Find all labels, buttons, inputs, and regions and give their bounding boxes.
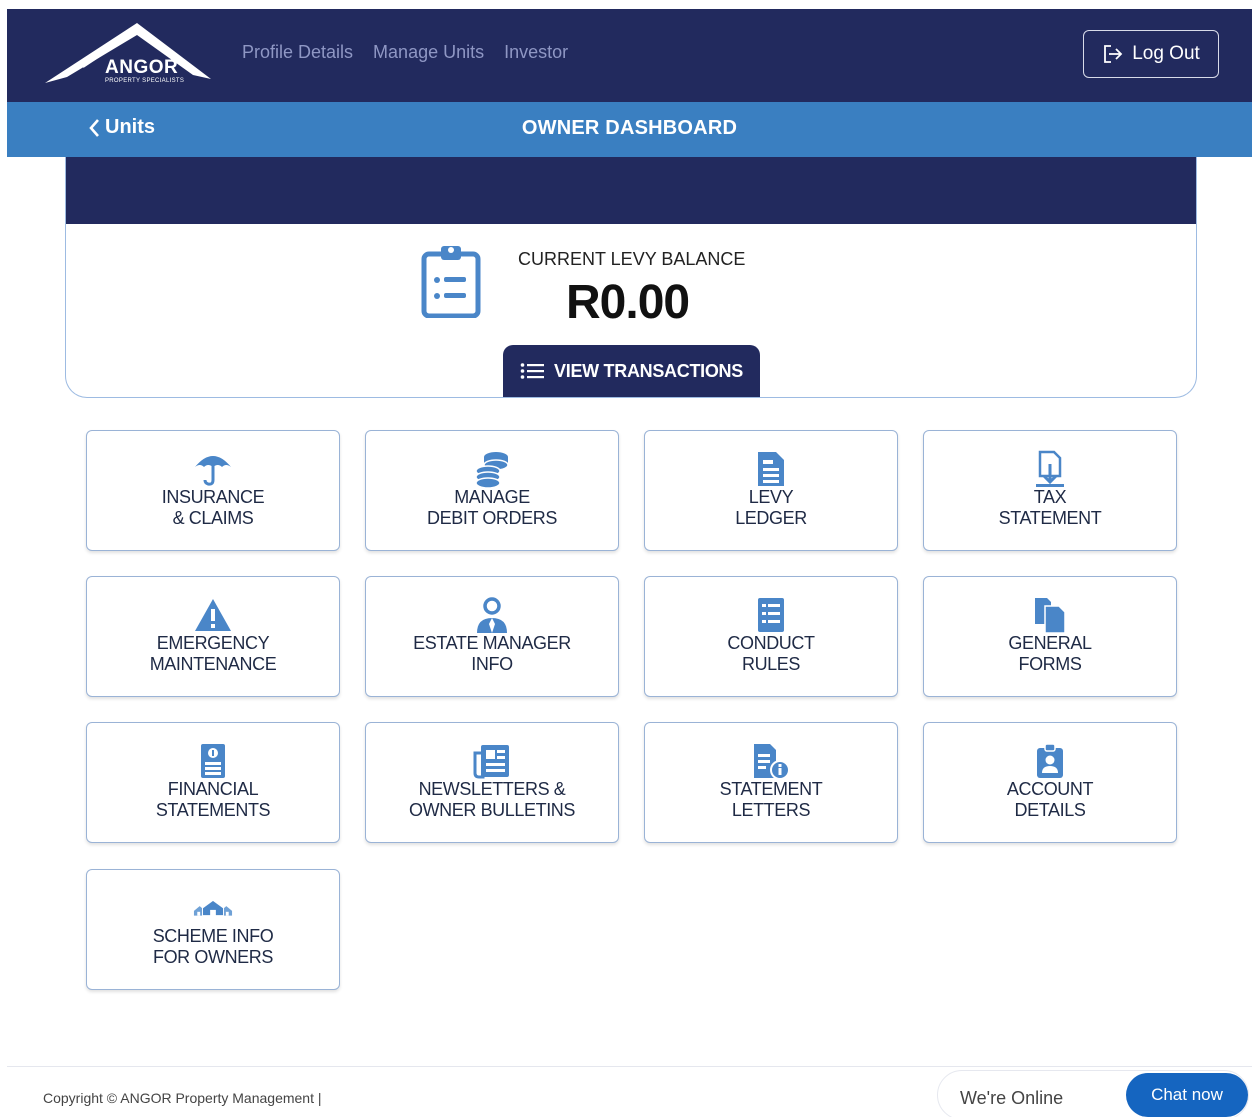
tile-label: EMERGENCY MAINTENANCE (149, 633, 277, 674)
tile-label: FINANCIAL STATEMENTS (155, 779, 271, 820)
tile-tax-statement[interactable]: TAX STATEMENT (923, 430, 1177, 551)
rules-list-icon (751, 595, 791, 635)
tile-insurance-claims[interactable]: INSURANCE & CLAIMS (86, 430, 340, 551)
logout-icon (1104, 45, 1123, 63)
tile-newsletters-bulletins[interactable]: NEWSLETTERS & OWNER BULLETINS (365, 722, 619, 843)
clipboard-list-icon (421, 246, 481, 318)
tile-account-details[interactable]: ACCOUNT DETAILS (923, 722, 1177, 843)
document-download-icon (1030, 449, 1070, 489)
tile-statement-letters[interactable]: STATEMENT LETTERS (644, 722, 898, 843)
tile-label: TAX STATEMENT (998, 487, 1102, 528)
view-transactions-label: VIEW TRANSACTIONS (554, 360, 743, 381)
tile-label: MANAGE DEBIT ORDERS (427, 487, 557, 528)
sub-header-bar: Units OWNER DASHBOARD (7, 102, 1252, 157)
tile-general-forms[interactable]: GENERAL FORMS (923, 576, 1177, 697)
list-icon (520, 363, 545, 379)
warning-icon (193, 595, 233, 635)
houses-icon (193, 888, 233, 928)
manager-icon (472, 595, 512, 635)
tile-label: INSURANCE & CLAIMS (161, 487, 265, 528)
tile-label: LEVY LEDGER (735, 487, 807, 528)
tile-manage-debit-orders[interactable]: MANAGE DEBIT ORDERS (365, 430, 619, 551)
tile-label: GENERAL FORMS (1008, 633, 1092, 674)
brand-name: ANGOR (105, 57, 179, 78)
page-title: OWNER DASHBOARD (521, 117, 738, 139)
ledger-document-icon (751, 449, 791, 489)
chat-widget: We're Online Chat now (937, 1070, 1249, 1117)
levy-balance-card: CURRENT LEVY BALANCE R0.00 VIEW TRANSACT… (65, 157, 1197, 398)
account-clipboard-icon (1030, 741, 1070, 781)
nav-investor[interactable]: Investor (504, 42, 568, 63)
tile-levy-ledger[interactable]: LEVY LEDGER (644, 430, 898, 551)
top-nav: ANGOR PROPERTY SPECIALISTS Profile Detai… (7, 9, 1252, 102)
tile-label: STATEMENT LETTERS (719, 779, 823, 820)
newspaper-icon (472, 741, 512, 781)
tile-emergency-maintenance[interactable]: EMERGENCY MAINTENANCE (86, 576, 340, 697)
document-info-icon (751, 741, 791, 781)
tile-label: CONDUCT RULES (727, 633, 815, 674)
chat-status: We're Online (960, 1088, 1064, 1108)
brand-logo[interactable]: ANGOR PROPERTY SPECIALISTS (43, 21, 213, 89)
coins-icon (472, 449, 512, 489)
levy-balance-label: CURRENT LEVY BALANCE (518, 249, 746, 269)
tile-financial-statements[interactable]: FINANCIAL STATEMENTS (86, 722, 340, 843)
logout-button[interactable]: Log Out (1083, 30, 1219, 78)
tile-estate-manager-info[interactable]: ESTATE MANAGER INFO (365, 576, 619, 697)
brand-tagline: PROPERTY SPECIALISTS (105, 78, 185, 84)
tile-conduct-rules[interactable]: CONDUCT RULES (644, 576, 898, 697)
umbrella-icon (193, 449, 233, 489)
card-header-band (66, 157, 1196, 224)
footer-divider (7, 1066, 1252, 1067)
levy-balance-amount: R0.00 (566, 276, 690, 329)
tile-label: NEWSLETTERS & OWNER BULLETINS (408, 779, 576, 820)
files-icon (1030, 595, 1070, 635)
tile-label: ESTATE MANAGER INFO (413, 633, 571, 674)
page: ANGOR PROPERTY SPECIALISTS Profile Detai… (0, 0, 1252, 1117)
nav-links: Profile Details Manage Units Investor (242, 42, 568, 63)
tile-label: ACCOUNT DETAILS (1006, 779, 1094, 820)
nav-manage-units[interactable]: Manage Units (373, 42, 484, 63)
nav-profile-details[interactable]: Profile Details (242, 42, 353, 63)
chat-now-button[interactable]: Chat now (1126, 1073, 1248, 1117)
tile-scheme-info-owners[interactable]: SCHEME INFO FOR OWNERS (86, 869, 340, 990)
tile-label: SCHEME INFO FOR OWNERS (152, 926, 274, 967)
logout-label: Log Out (1132, 43, 1200, 64)
view-transactions-button[interactable]: VIEW TRANSACTIONS (503, 345, 760, 397)
financial-document-icon (193, 741, 233, 781)
footer-copyright: Copyright © ANGOR Property Management | (43, 1090, 322, 1106)
